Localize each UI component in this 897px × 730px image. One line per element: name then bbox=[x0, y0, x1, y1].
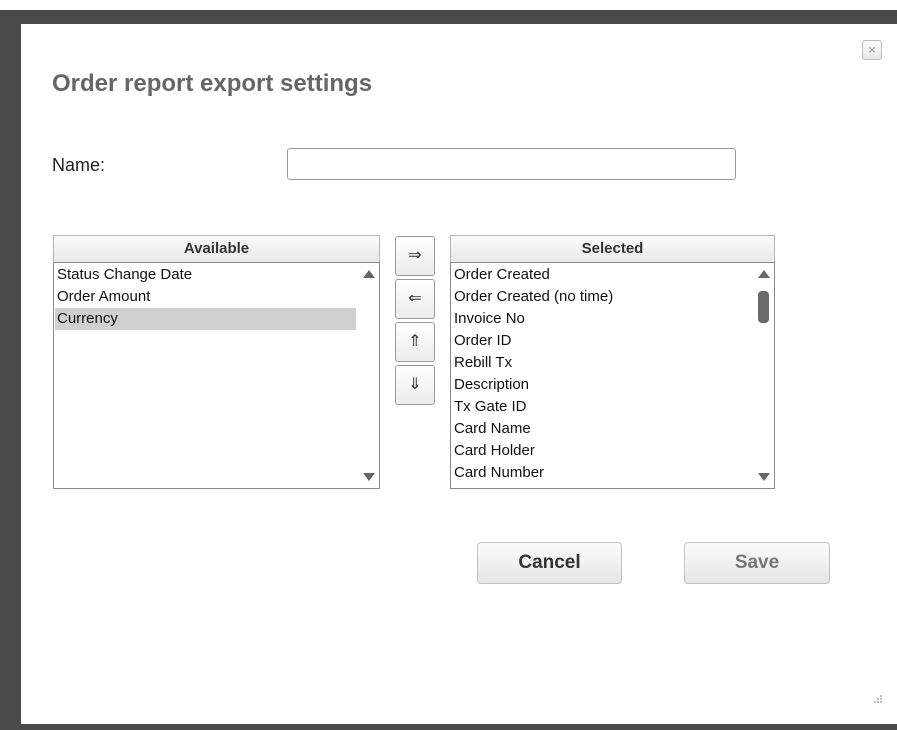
available-item-selected[interactable]: Currency bbox=[55, 308, 356, 330]
selected-item[interactable]: Order Created bbox=[452, 264, 752, 286]
arrow-up-icon: ⇑ bbox=[408, 333, 422, 350]
available-listbox[interactable]: Status Change Date Order Amount Currency bbox=[53, 262, 380, 489]
selected-listbox[interactable]: Order Created Order Created (no time) In… bbox=[450, 262, 775, 489]
available-scrollbar[interactable] bbox=[358, 263, 379, 488]
selected-item[interactable]: Invoice No bbox=[452, 308, 752, 330]
save-button[interactable]: Save bbox=[684, 542, 830, 584]
selected-scrollbar[interactable] bbox=[753, 263, 774, 488]
move-up-button[interactable]: ⇑ bbox=[395, 322, 435, 362]
close-icon: × bbox=[868, 42, 876, 57]
arrow-down-icon: ⇓ bbox=[408, 376, 422, 393]
selected-item[interactable]: Rebill Tx bbox=[452, 352, 752, 374]
available-item[interactable]: Order Amount bbox=[55, 286, 356, 308]
selected-item[interactable]: Card Number bbox=[452, 462, 752, 484]
selected-item[interactable]: Card Name bbox=[452, 418, 752, 440]
selected-item[interactable]: Card Holder bbox=[452, 440, 752, 462]
resize-grip-icon[interactable] bbox=[869, 692, 883, 706]
cancel-button[interactable]: Cancel bbox=[477, 542, 622, 584]
selected-item[interactable]: Description bbox=[452, 374, 752, 396]
selected-item[interactable]: Order Created (no time) bbox=[452, 286, 752, 308]
arrow-right-icon: ⇒ bbox=[408, 247, 422, 264]
page-top-strip bbox=[0, 0, 897, 10]
selected-item[interactable]: Tx Gate ID bbox=[452, 396, 752, 418]
dialog-title: Order report export settings bbox=[52, 70, 373, 97]
scroll-down-arrow-icon[interactable] bbox=[363, 473, 375, 481]
selected-header: Selected bbox=[450, 235, 775, 262]
add-to-selected-button[interactable]: ⇒ bbox=[395, 236, 435, 276]
name-input[interactable] bbox=[287, 148, 736, 180]
available-item[interactable]: Status Change Date bbox=[55, 264, 356, 286]
name-label: Name: bbox=[52, 155, 106, 175]
move-down-button[interactable]: ⇓ bbox=[395, 365, 435, 405]
arrow-left-icon: ⇐ bbox=[408, 290, 422, 307]
scroll-up-arrow-icon[interactable] bbox=[758, 270, 770, 278]
available-header: Available bbox=[53, 235, 380, 262]
scroll-up-arrow-icon[interactable] bbox=[363, 270, 375, 278]
remove-from-selected-button[interactable]: ⇐ bbox=[395, 279, 435, 319]
close-button[interactable]: × bbox=[862, 40, 882, 60]
scroll-down-arrow-icon[interactable] bbox=[758, 473, 770, 481]
selected-item[interactable]: Order ID bbox=[452, 330, 752, 352]
scroll-thumb[interactable] bbox=[758, 291, 769, 323]
export-settings-dialog: × Order report export settings Name: Ava… bbox=[21, 24, 897, 724]
